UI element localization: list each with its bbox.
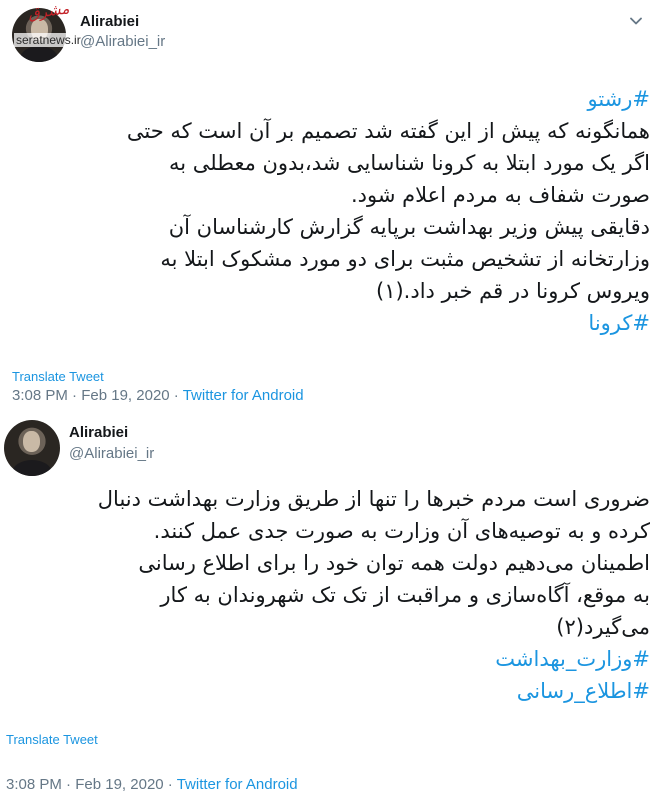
hashtag-link[interactable]: #اطلاع_رسانی [10,675,650,707]
author-name[interactable]: Alirabiei [80,13,139,30]
hashtag-link[interactable]: #کرونا [10,307,650,339]
tweet-time[interactable]: 3:08 PM [6,776,62,793]
meta-separator: · [173,387,179,404]
avatar-face [23,431,40,452]
tweet-body: #رشتو همانگونه که پیش از این گفته شد تصم… [10,83,650,339]
avatar-shoulders [12,460,52,476]
tweet-text-line: به موقع، آگاه‌سازی و مراقبت از تک تک شهر… [160,583,650,607]
avatar[interactable] [4,420,60,476]
tweet-header: مشرق seratnews.ir Alirabiei @Alirabiei_i… [0,0,664,70]
watermark-site: seratnews.ir [14,33,83,47]
tweet-meta: 3:08 PM · Feb 19, 2020 · Twitter for And… [6,776,298,793]
tweet-date[interactable]: Feb 19, 2020 [75,776,163,793]
tweet-text-line: همانگونه که پیش از این گفته شد تصمیم بر … [126,119,650,143]
author-handle[interactable]: @Alirabiei_ir [69,445,154,462]
meta-separator: · [66,776,72,793]
tweet-2: Alirabiei @Alirabiei_ir ضروری است مردم خ… [0,412,664,810]
tweet-time[interactable]: 3:08 PM [12,387,68,404]
hashtag-link[interactable]: #رشتو [10,83,650,115]
tweet-text-line: کرده و به توصیه‌های آن وزارت به صورت جدی… [153,519,650,543]
tweet-1: مشرق seratnews.ir Alirabiei @Alirabiei_i… [0,0,664,412]
tweet-body: ضروری است مردم خبرها را تنها از طریق وزا… [10,483,650,707]
tweet-source-link[interactable]: Twitter for Android [183,387,304,404]
tweet-text-line: اگر یک مورد ابتلا به کرونا شناسایی شد،بد… [168,151,650,175]
chevron-down-icon[interactable] [628,13,644,29]
watermark-logo: مشرق [26,0,71,23]
tweet-text-line: می‌گیرد(۲) [556,615,650,639]
translate-tweet-link[interactable]: Translate Tweet [12,369,104,384]
avatar-shoulders [20,46,58,62]
author-handle[interactable]: @Alirabiei_ir [80,33,165,50]
tweet-text-line: صورت شفاف به مردم اعلام شود. [350,183,650,207]
tweet-text-line: وزارتخانه از تشخیص مثبت برای دو مورد مشک… [160,247,650,271]
tweet-meta: 3:08 PM · Feb 19, 2020 · Twitter for And… [12,387,304,404]
meta-separator: · [72,387,78,404]
tweet-text-line: ویروس کرونا در قم خبر داد.(۱) [376,279,650,303]
tweet-text-line: ضروری است مردم خبرها را تنها از طریق وزا… [97,487,650,511]
tweet-source-link[interactable]: Twitter for Android [177,776,298,793]
meta-separator: · [167,776,173,793]
tweet-header: Alirabiei @Alirabiei_ir [0,412,664,482]
hashtag-link[interactable]: #وزارت_بهداشت [10,643,650,675]
translate-tweet-link[interactable]: Translate Tweet [6,732,98,747]
tweet-text-line: اطمینان می‌دهیم دولت همه توان خود را برا… [138,551,650,575]
tweet-date[interactable]: Feb 19, 2020 [81,387,169,404]
author-name[interactable]: Alirabiei [69,424,128,441]
tweet-text-line: دقایقی پیش وزیر بهداشت برپایه گزارش کارش… [168,215,650,239]
